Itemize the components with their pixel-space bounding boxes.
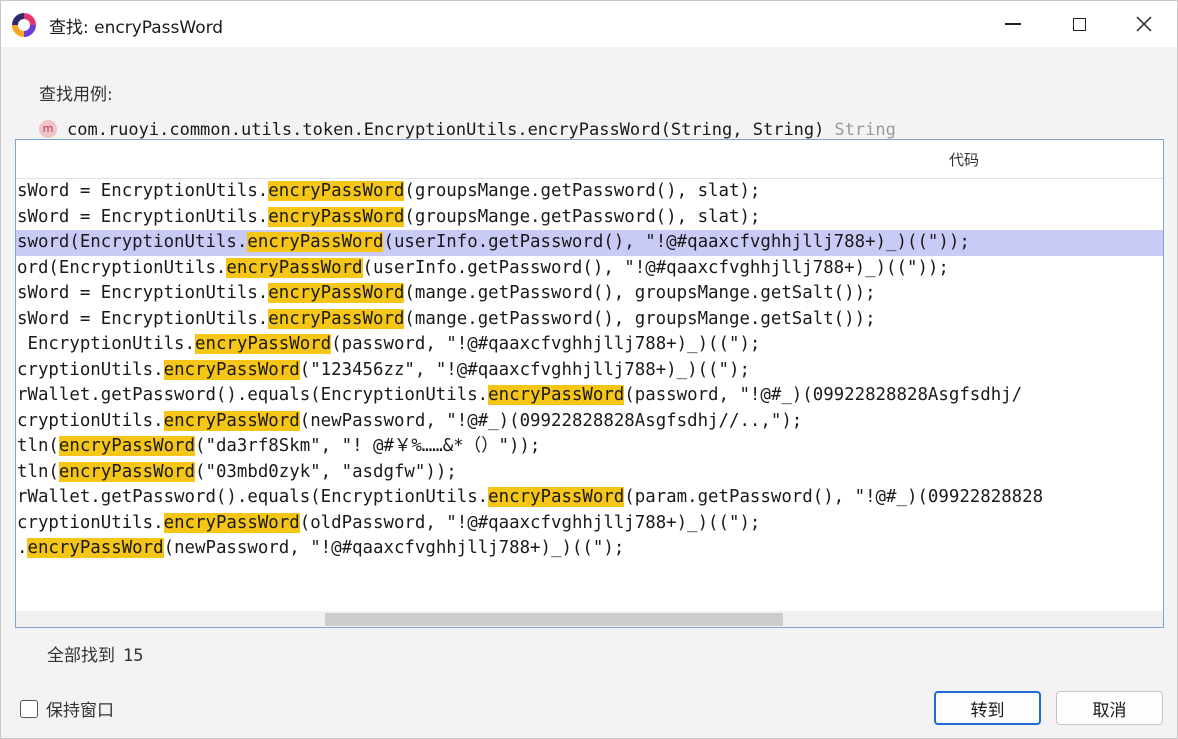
app-logo-icon — [12, 13, 36, 37]
code-text: (mange.getPassword(), groupsMange.getSal… — [404, 308, 876, 329]
table-row[interactable]: cryptionUtils.encryPassWord("123456zz", … — [16, 358, 1163, 384]
code-text: cryptionUtils. — [17, 410, 164, 431]
minimize-icon — [1005, 23, 1021, 25]
code-text: cryptionUtils. — [17, 512, 164, 533]
table-row[interactable]: EncryptionUtils.encryPassWord(password, … — [16, 332, 1163, 358]
code-text: (param.getPassword(), "!@#_)(09922828828 — [624, 487, 1044, 507]
close-button[interactable] — [1114, 1, 1174, 47]
table-row[interactable]: sWord = EncryptionUtils.encryPassWord(ma… — [16, 281, 1163, 307]
keep-window-label: 保持窗口 — [46, 701, 114, 721]
code-text: rWallet.getPassword().equals(EncryptionU… — [17, 385, 489, 405]
code-text: ("da3rf8Skm", "! @#￥%……&*（）")); — [195, 436, 541, 456]
match-highlight: encryPassWord — [27, 538, 164, 558]
code-text: sWord = EncryptionUtils. — [17, 308, 269, 329]
table-row[interactable]: sword(EncryptionUtils.encryPassWord(user… — [16, 230, 1163, 256]
table-row[interactable]: tln(encryPassWord("da3rf8Skm", "! @#￥%……… — [16, 434, 1163, 460]
find-usages-dialog: 查找: encryPassWord 查找用例: m com.ruoyi.commo… — [0, 0, 1178, 739]
code-text: (userInfo.getPassword(), "!@#qaaxcfvghhj… — [383, 232, 970, 252]
code-text: tln( — [17, 436, 59, 456]
match-highlight: encryPassWord — [58, 461, 196, 482]
code-text: sWord = EncryptionUtils. — [17, 283, 269, 303]
match-highlight: encryPassWord — [163, 410, 300, 431]
horizontal-scrollbar[interactable] — [16, 611, 1163, 627]
match-highlight: encryPassWord — [58, 436, 196, 456]
match-highlight: encryPassWord — [268, 181, 405, 201]
match-highlight: encryPassWord — [247, 232, 384, 252]
code-text: sWord = EncryptionUtils. — [17, 206, 269, 227]
match-highlight: encryPassWord — [163, 512, 300, 533]
code-text: (userInfo.getPassword(), "!@#qaaxcfvghhj… — [362, 257, 949, 278]
usage-header: 查找用例: m com.ruoyi.common.utils.token.Encr… — [1, 47, 1177, 139]
code-text: . — [17, 538, 28, 558]
table-row[interactable]: sWord = EncryptionUtils.encryPassWord(gr… — [16, 205, 1163, 231]
code-text: (password, "!@#_)(09922828828Asgfsdhj/ — [624, 385, 1023, 405]
table-row[interactable]: cryptionUtils.encryPassWord(newPassword,… — [16, 409, 1163, 435]
keep-window-checkbox[interactable] — [20, 699, 38, 718]
code-text: tln( — [17, 461, 59, 482]
scrollbar-thumb[interactable] — [325, 613, 783, 626]
match-highlight: encryPassWord — [268, 308, 405, 329]
code-text: ord(EncryptionUtils. — [17, 257, 227, 278]
code-text: EncryptionUtils. — [17, 334, 195, 354]
found-label: 全部找到 — [47, 646, 115, 666]
minimize-button[interactable] — [983, 1, 1043, 47]
found-summary: 全部找到 15 — [47, 641, 143, 666]
table-row[interactable]: ord(EncryptionUtils.encryPassWord(userIn… — [16, 256, 1163, 282]
code-text: (groupsMange.getPassword(), slat); — [404, 181, 761, 201]
method-icon: m — [39, 120, 57, 138]
code-text: (oldPassword, "!@#qaaxcfvghhjllj788+)_)(… — [299, 512, 761, 533]
title-bar[interactable]: 查找: encryPassWord — [1, 1, 1177, 47]
return-type: String — [834, 120, 896, 139]
maximize-button[interactable] — [1049, 1, 1109, 47]
match-highlight: encryPassWord — [268, 283, 405, 303]
table-row[interactable]: sWord = EncryptionUtils.encryPassWord(ma… — [16, 307, 1163, 333]
cancel-button[interactable]: 取消 — [1056, 691, 1163, 725]
code-text: (groupsMange.getPassword(), slat); — [404, 206, 761, 227]
code-text: cryptionUtils. — [17, 359, 164, 380]
match-highlight: encryPassWord — [268, 206, 405, 227]
code-text: sword(EncryptionUtils. — [17, 232, 248, 252]
maximize-icon — [1072, 17, 1086, 31]
method-signature: com.ruoyi.common.utils.token.EncryptionU… — [67, 120, 825, 139]
match-highlight: encryPassWord — [226, 257, 363, 278]
window-title: 查找: encryPassWord — [49, 18, 224, 38]
results-table[interactable]: 代码 sWord = EncryptionUtils.encryPassWord… — [15, 139, 1164, 628]
match-highlight: encryPassWord — [195, 334, 332, 354]
match-highlight: encryPassWord — [488, 487, 625, 507]
table-row[interactable]: rWallet.getPassword().equals(EncryptionU… — [16, 485, 1163, 511]
code-text: rWallet.getPassword().equals(EncryptionU… — [17, 487, 489, 507]
match-highlight: encryPassWord — [163, 359, 300, 380]
close-icon — [1136, 16, 1152, 32]
match-highlight: encryPassWord — [488, 385, 625, 405]
keep-window-option[interactable]: 保持窗口 — [20, 696, 114, 721]
code-text: (newPassword, "!@#_)(09922828828Asgfsdhj… — [299, 410, 803, 431]
goto-button[interactable]: 转到 — [934, 691, 1041, 725]
code-text: sWord = EncryptionUtils. — [17, 181, 269, 201]
code-text: (newPassword, "!@#qaaxcfvghhjllj788+)_)(… — [163, 538, 625, 558]
code-text: ("123456zz", "!@#qaaxcfvghhjllj788+)_)((… — [299, 359, 750, 380]
usage-label: 查找用例: — [39, 85, 113, 105]
table-row[interactable]: sWord = EncryptionUtils.encryPassWord(gr… — [16, 179, 1163, 205]
column-header-code: 代码 — [949, 151, 980, 169]
column-header[interactable]: 代码 — [16, 140, 1163, 179]
results-list: sWord = EncryptionUtils.encryPassWord(gr… — [16, 179, 1163, 562]
table-row[interactable]: tln(encryPassWord("03mbd0zyk", "asdgfw")… — [16, 460, 1163, 486]
code-text: (mange.getPassword(), groupsMange.getSal… — [404, 283, 876, 303]
found-count: 15 — [123, 646, 144, 666]
code-text: ("03mbd0zyk", "asdgfw")); — [195, 461, 457, 482]
table-row[interactable]: .encryPassWord(newPassword, "!@#qaaxcfvg… — [16, 536, 1163, 562]
table-row[interactable]: rWallet.getPassword().equals(EncryptionU… — [16, 383, 1163, 409]
code-text: (password, "!@#qaaxcfvghhjllj788+)_)((")… — [331, 334, 761, 354]
table-row[interactable]: cryptionUtils.encryPassWord(oldPassword,… — [16, 511, 1163, 537]
method-signature-row: m com.ruoyi.common.utils.token.Encryption… — [39, 120, 1039, 139]
